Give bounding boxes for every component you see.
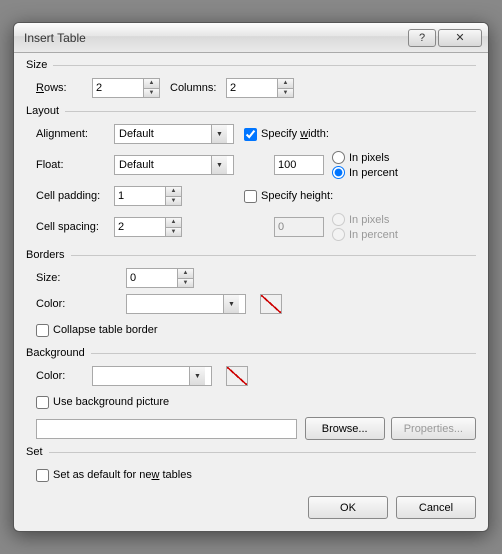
bg-color-label: Color: — [36, 370, 92, 382]
bg-color-swatch[interactable] — [226, 366, 248, 386]
width-value-input[interactable] — [274, 155, 324, 175]
use-bg-picture-label: Use background picture — [53, 396, 169, 408]
ok-button[interactable]: OK — [308, 496, 388, 519]
border-size-input[interactable] — [126, 268, 178, 288]
help-button[interactable]: ? — [408, 29, 436, 47]
group-size-label: Size — [26, 59, 53, 71]
dialog-buttons: OK Cancel — [26, 496, 476, 519]
specify-height-box[interactable] — [244, 190, 257, 203]
group-background-label: Background — [26, 347, 91, 359]
set-default-checkbox[interactable]: Set as default for new tables — [36, 469, 192, 482]
specify-height-checkbox[interactable]: Specify height: — [244, 190, 333, 203]
columns-spinner[interactable]: ▲▼ — [278, 78, 294, 98]
collapse-border-label: Collapse table border — [53, 324, 158, 336]
rows-label: Rows: — [36, 82, 92, 94]
cell-spacing-spinner[interactable]: ▲▼ — [166, 217, 182, 237]
specify-width-label: Specify width: — [261, 128, 329, 140]
dialog-content: Size Rows: ▲▼ Columns: ▲▼ Layout Alignme… — [14, 53, 488, 531]
rows-input[interactable] — [92, 78, 144, 98]
set-default-box[interactable] — [36, 469, 49, 482]
chevron-down-icon: ▼ — [223, 295, 239, 313]
specify-width-checkbox[interactable]: Specify width: — [244, 128, 329, 141]
group-layout: Layout Alignment: Default ▼ Specify widt… — [26, 105, 476, 243]
height-unit-radios: In pixels In percent — [332, 211, 398, 243]
cell-padding-input[interactable] — [114, 186, 166, 206]
chevron-down-icon: ▼ — [211, 125, 227, 143]
group-borders-label: Borders — [26, 249, 71, 261]
width-pixels-radio[interactable]: In pixels — [332, 151, 398, 164]
float-value: Default — [115, 159, 211, 171]
height-percent-radio: In percent — [332, 228, 398, 241]
cell-spacing-input[interactable] — [114, 217, 166, 237]
titlebar[interactable]: Insert Table ? ✕ — [14, 23, 488, 53]
width-percent-radio[interactable]: In percent — [332, 166, 398, 179]
group-set: Set Set as default for new tables — [26, 446, 476, 486]
group-set-label: Set — [26, 446, 49, 458]
float-combo[interactable]: Default ▼ — [114, 155, 234, 175]
close-button[interactable]: ✕ — [438, 29, 482, 47]
dialog-title: Insert Table — [24, 31, 406, 45]
insert-table-dialog: Insert Table ? ✕ Size Rows: ▲▼ Columns: … — [13, 22, 489, 532]
bg-color-combo[interactable]: ▼ — [92, 366, 212, 386]
cell-padding-spinner[interactable]: ▲▼ — [166, 186, 182, 206]
alignment-value: Default — [115, 128, 211, 140]
cell-padding-label: Cell padding: — [36, 190, 114, 202]
group-borders: Borders Size: ▲▼ Color: ▼ Collapse table… — [26, 249, 476, 341]
cancel-button[interactable]: Cancel — [396, 496, 476, 519]
collapse-border-box[interactable] — [36, 324, 49, 337]
properties-button: Properties... — [391, 417, 476, 440]
height-pixels-radio: In pixels — [332, 213, 398, 226]
specify-width-box[interactable] — [244, 128, 257, 141]
group-size: Size Rows: ▲▼ Columns: ▲▼ — [26, 59, 476, 99]
width-unit-radios: In pixels In percent — [332, 149, 398, 181]
specify-height-label: Specify height: — [261, 190, 333, 202]
group-layout-label: Layout — [26, 105, 65, 117]
chevron-down-icon: ▼ — [211, 156, 227, 174]
use-bg-picture-checkbox[interactable]: Use background picture — [36, 396, 169, 409]
close-icon: ✕ — [455, 31, 464, 44]
collapse-border-checkbox[interactable]: Collapse table border — [36, 324, 158, 337]
group-background: Background Color: ▼ Use background pictu… — [26, 347, 476, 440]
bg-picture-path-input[interactable] — [36, 419, 297, 439]
alignment-label: Alignment: — [36, 128, 114, 140]
set-default-label: Set as default for new tables — [53, 469, 192, 481]
float-label: Float: — [36, 159, 114, 171]
columns-label: Columns: — [170, 82, 226, 94]
use-bg-picture-box[interactable] — [36, 396, 49, 409]
border-color-label: Color: — [36, 298, 126, 310]
border-color-combo[interactable]: ▼ — [126, 294, 246, 314]
columns-input[interactable] — [226, 78, 278, 98]
border-size-spinner[interactable]: ▲▼ — [178, 268, 194, 288]
border-size-label: Size: — [36, 272, 126, 284]
border-color-swatch[interactable] — [260, 294, 282, 314]
alignment-combo[interactable]: Default ▼ — [114, 124, 234, 144]
height-value-input — [274, 217, 324, 237]
cell-spacing-label: Cell spacing: — [36, 221, 114, 233]
help-icon: ? — [419, 32, 425, 44]
chevron-down-icon: ▼ — [189, 367, 205, 385]
rows-spinner[interactable]: ▲▼ — [144, 78, 160, 98]
browse-button[interactable]: Browse... — [305, 417, 385, 440]
